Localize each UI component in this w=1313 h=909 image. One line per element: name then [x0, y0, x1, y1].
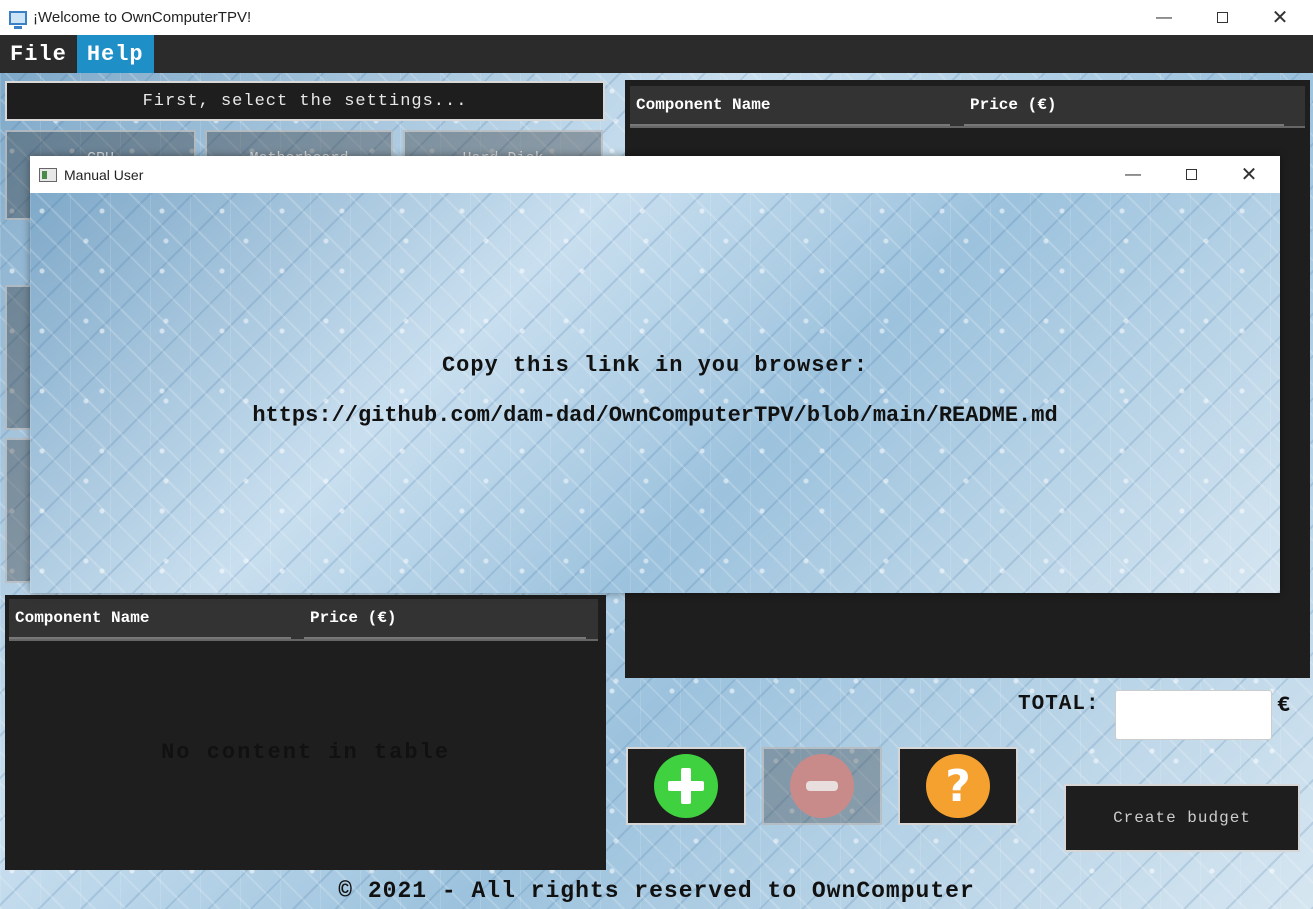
close-icon: ✕ [1240, 164, 1258, 186]
column-price[interactable]: Price (€) [964, 86, 1284, 126]
menu-help[interactable]: Help [76, 35, 154, 73]
close-icon: ✕ [1271, 7, 1289, 29]
create-budget-button[interactable]: Create budget [1064, 784, 1300, 852]
table-header: Component Name Price (€) [9, 599, 598, 641]
close-button[interactable]: ✕ [1251, 0, 1309, 35]
category-button[interactable] [5, 285, 33, 430]
minimize-icon: — [1156, 8, 1172, 26]
remove-component-button[interactable] [762, 747, 882, 825]
currency-symbol: € [1277, 693, 1291, 718]
dialog-titlebar: Manual User — ✕ [30, 156, 1280, 193]
column-price[interactable]: Price (€) [304, 599, 586, 639]
minimize-icon: — [1125, 165, 1141, 183]
question-icon: ? [926, 754, 990, 818]
manual-user-dialog: Manual User — ✕ Copy this link in you br… [30, 156, 1280, 593]
column-component-name[interactable]: Component Name [630, 86, 950, 126]
window-title: ¡Welcome to OwnComputerTPV! [33, 9, 252, 26]
category-button[interactable] [5, 438, 33, 583]
menu-bar: File Help [0, 35, 1313, 73]
total-label: TOTAL: [1018, 693, 1100, 716]
main-window-titlebar: ¡Welcome to OwnComputerTPV! — ✕ [0, 0, 1313, 35]
dialog-body: Copy this link in you browser: https://g… [30, 193, 1280, 593]
empty-table-message: No content in table [161, 740, 450, 765]
total-field[interactable] [1115, 690, 1272, 740]
monitor-icon [9, 10, 27, 29]
menu-file[interactable]: File [0, 35, 77, 73]
column-component-name[interactable]: Component Name [9, 599, 291, 639]
maximize-button[interactable] [1193, 0, 1251, 35]
table-header: Component Name Price (€) [630, 86, 1305, 128]
dialog-close-button[interactable]: ✕ [1220, 156, 1278, 193]
footer-copyright: © 2021 - All rights reserved to OwnCompu… [338, 878, 975, 904]
settings-banner: First, select the settings... [5, 81, 605, 121]
dialog-instruction: Copy this link in you browser: [441, 353, 869, 378]
add-component-button[interactable] [626, 747, 746, 825]
components-table[interactable]: Component Name Price (€) No content in t… [5, 595, 606, 870]
window-app-icon [39, 167, 57, 182]
help-button[interactable]: ? [898, 747, 1018, 825]
maximize-icon [1185, 169, 1197, 180]
dialog-title: Manual User [64, 166, 144, 183]
dialog-link[interactable]: https://github.com/dam-dad/OwnComputerTP… [30, 403, 1280, 428]
dialog-minimize-button[interactable]: — [1104, 156, 1162, 193]
minus-icon [790, 754, 854, 818]
plus-icon [654, 754, 718, 818]
maximize-icon [1216, 12, 1228, 23]
minimize-button[interactable]: — [1135, 0, 1193, 35]
dialog-maximize-button[interactable] [1162, 156, 1220, 193]
